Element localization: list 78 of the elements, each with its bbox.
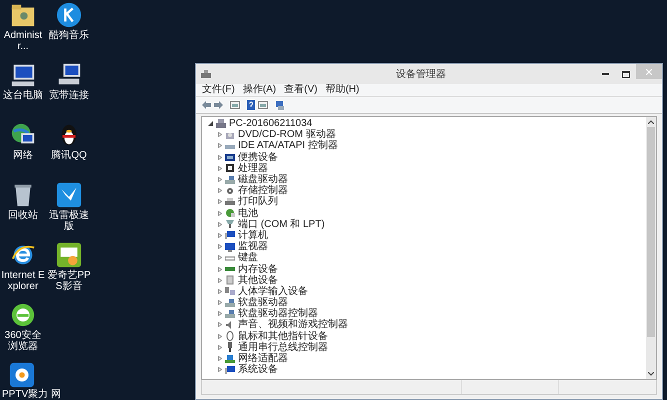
desktop-icon-label[interactable]: Internet Explorer <box>0 270 46 292</box>
desktop-shortcut-icon[interactable] <box>10 62 36 88</box>
device-icon <box>225 308 235 319</box>
device-icon <box>225 196 235 207</box>
desktop-shortcut-icon[interactable] <box>9 362 35 388</box>
device-icon <box>225 186 235 196</box>
scrollbar-thumb[interactable] <box>647 127 655 337</box>
device-icon <box>225 298 235 308</box>
tree-item[interactable]: 电池 <box>238 208 258 219</box>
desktop-icon-label[interactable]: 酷狗音乐 <box>46 30 92 41</box>
expander-icon[interactable] <box>208 121 213 126</box>
forward-arrow-icon[interactable] <box>214 101 223 109</box>
device-icon <box>225 163 235 174</box>
device-icon <box>225 152 235 162</box>
tree-item[interactable]: DVD/CD-ROM 驱动器 <box>238 129 336 140</box>
desktop-icon-label[interactable]: PPTV聚力 网 <box>2 389 61 400</box>
device-icon <box>225 208 235 218</box>
tree-item[interactable]: 鼠标和其他指针设备 <box>238 330 328 342</box>
tree-item[interactable]: 端口 (COM 和 LPT) <box>238 218 325 230</box>
tree-item[interactable]: 软盘驱动器控制器 <box>238 308 318 320</box>
tree-item[interactable]: 声音、视频和游戏控制器 <box>238 319 348 330</box>
desktop-icon-label[interactable]: 这台电脑 <box>0 90 46 101</box>
tree-item[interactable]: 监视器 <box>238 241 268 252</box>
menu-item[interactable]: 查看(V) <box>284 84 318 96</box>
device-icon <box>225 331 235 342</box>
tree-item[interactable]: 键盘 <box>238 252 258 264</box>
tree-item[interactable]: 计算机 <box>238 230 268 241</box>
device-icon <box>225 354 235 364</box>
device-icon <box>225 364 235 375</box>
desktop-shortcut-icon[interactable] <box>56 2 82 28</box>
menu-item[interactable]: 文件(F) <box>202 84 235 96</box>
desktop-icon-label[interactable]: 爱奇艺PPS影音 <box>46 270 92 292</box>
menu-item[interactable]: 帮助(H) <box>325 84 360 96</box>
desktop-shortcut-icon[interactable] <box>10 2 36 28</box>
tree-item[interactable]: 便携设备 <box>238 152 278 163</box>
desktop-icon-label[interactable]: Administr... <box>0 30 46 52</box>
device-icon <box>225 230 235 240</box>
device-icon <box>225 174 235 185</box>
scan-hardware-icon[interactable] <box>275 100 285 110</box>
device-icon <box>225 275 235 286</box>
desktop-icon-label[interactable]: 迅雷极速版 <box>46 210 92 232</box>
tree-item[interactable]: 其他设备 <box>238 274 278 286</box>
desktop-icon-label[interactable]: 宽带连接 <box>46 90 92 101</box>
menu-item[interactable]: 操作(A) <box>242 84 276 96</box>
computer-icon <box>216 119 226 128</box>
device-icon <box>225 286 235 296</box>
back-arrow-icon[interactable] <box>202 101 211 109</box>
desktop-shortcut-icon[interactable] <box>56 242 82 268</box>
scrollbar[interactable] <box>646 117 656 379</box>
desktop-shortcut-icon[interactable] <box>56 182 82 208</box>
tree-item[interactable]: PC-201606211034 <box>229 118 312 130</box>
tree-item[interactable]: 打印队列 <box>238 196 278 208</box>
tree-item[interactable]: 网络适配器 <box>238 353 288 364</box>
tree-item[interactable]: 存储控制器 <box>238 185 288 196</box>
tree-item[interactable]: 软盘驱动器 <box>238 297 288 308</box>
panel-icon[interactable] <box>258 101 268 109</box>
tree-item[interactable]: IDE ATA/ATAPI 控制器 <box>238 140 338 152</box>
device-icon <box>225 242 235 252</box>
tree-item[interactable]: 人体学输入设备 <box>238 286 308 297</box>
tree-item[interactable]: 内存设备 <box>238 264 278 275</box>
tree-item[interactable]: 处理器 <box>238 162 268 174</box>
help-icon[interactable] <box>247 100 255 110</box>
window-title: 设备管理器 <box>396 68 446 82</box>
device-icon <box>225 342 235 352</box>
close-icon <box>646 68 652 74</box>
minimize-icon <box>602 73 608 75</box>
tree-item[interactable]: 磁盘驱动器 <box>238 174 288 186</box>
tree-item[interactable]: 通用串行总线控制器 <box>238 342 328 353</box>
maximize-icon <box>622 70 630 78</box>
desktop-shortcut-icon[interactable] <box>10 302 36 328</box>
app-icon <box>201 70 211 78</box>
desktop-icon-label[interactable]: 腾讯QQ <box>46 150 92 161</box>
desktop-icon-label[interactable]: 网络 <box>0 150 46 161</box>
panel-icon[interactable] <box>230 101 240 109</box>
tree-item[interactable]: 系统设备 <box>238 364 278 376</box>
desktop-icon-label[interactable]: 回收站 <box>0 210 46 221</box>
device-icon <box>225 219 235 230</box>
desktop-icon-label[interactable]: 360安全浏览器 <box>0 330 46 352</box>
